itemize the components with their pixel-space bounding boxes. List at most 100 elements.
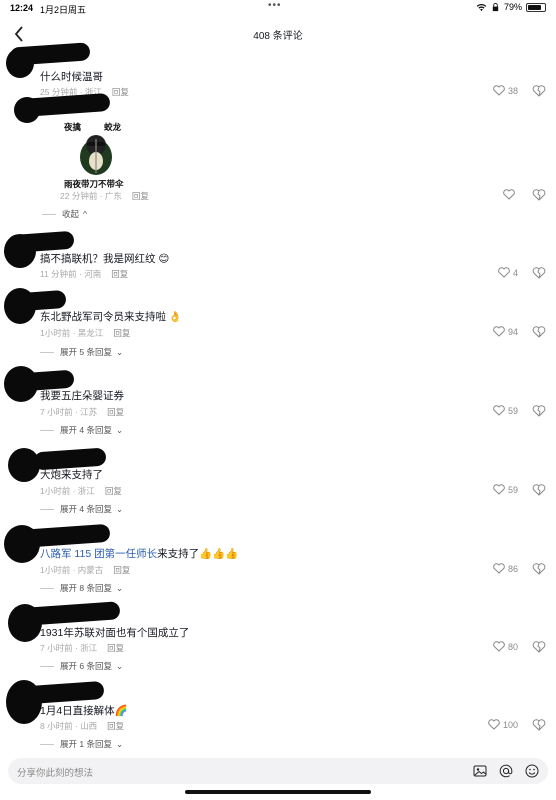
reply-button[interactable]: 回复 — [113, 328, 130, 338]
heart-icon — [493, 405, 505, 416]
comment-meta: 8 小时前 · 山西 回复 — [40, 721, 125, 731]
battery-percent: 79% — [503, 2, 522, 12]
comment-text: 大炮来支持了 — [40, 469, 103, 481]
like-count: 80 — [507, 641, 518, 652]
image-icon[interactable] — [472, 763, 488, 779]
like-button[interactable]: 80 — [493, 641, 518, 652]
like-count: 38 — [507, 85, 518, 96]
heart-icon — [488, 719, 500, 730]
expand-replies-button[interactable]: 展开 8 条回复 ⌄ — [40, 582, 123, 594]
expand-replies-button[interactable]: 展开 5 条回复 ⌄ — [40, 346, 123, 358]
like-count: 100 — [502, 719, 518, 730]
battery-icon — [526, 2, 546, 12]
expand-replies-button[interactable]: 展开 4 条回复 ⌄ — [40, 503, 123, 515]
reply-button[interactable]: 回复 — [107, 721, 124, 731]
reply-button[interactable]: 回复 — [105, 486, 122, 496]
comment-input-bar: 分享你此刻的想法 — [0, 756, 556, 786]
comment-input-placeholder: 分享你此刻的想法 — [17, 768, 94, 779]
heart-icon — [493, 326, 505, 337]
like-button[interactable]: 4 — [498, 267, 518, 278]
colorful-emoji-icon: 🌈 — [114, 705, 128, 717]
home-indicator[interactable] — [185, 790, 371, 794]
dislike-icon[interactable] — [532, 483, 546, 497]
penguin-figure-icon — [80, 135, 112, 175]
like-count: 59 — [507, 484, 518, 495]
like-button[interactable]: 86 — [493, 563, 518, 574]
comment-meta: 1小时前 · 内蒙古 回复 — [40, 565, 131, 575]
like-button[interactable] — [503, 189, 518, 200]
chevron-up-icon: ^ — [83, 209, 88, 219]
expand-replies-button[interactable]: 展开 1 条回复 ⌄ — [40, 738, 123, 750]
reply-button[interactable]: 回复 — [132, 191, 149, 201]
like-button[interactable]: 59 — [493, 484, 518, 495]
like-count: 94 — [507, 326, 518, 337]
comment-meta: 1小时前 · 浙江 回复 — [40, 486, 122, 496]
heart-icon — [503, 189, 515, 200]
dislike-icon[interactable] — [532, 640, 546, 654]
dislike-icon[interactable] — [532, 84, 546, 98]
reply-button[interactable]: 回复 — [113, 565, 130, 575]
comment-meta: 1小时前 · 黑龙江 回复 — [40, 328, 131, 338]
reply-button[interactable]: 回复 — [112, 87, 129, 97]
page-title: 408 条评论 — [253, 31, 303, 42]
comment-text: 搞不搞联机？我是网红纹 😊 — [40, 253, 170, 265]
status-bar: 12:24 1月2日周五 ••• 79% — [0, 0, 556, 16]
heart-icon — [493, 563, 505, 574]
sticker-caption-bottom: 雨夜带刀不带伞 — [64, 179, 124, 189]
chevron-down-icon: ⌄ — [115, 346, 124, 357]
chevron-down-icon: ⌄ — [115, 582, 124, 593]
dislike-icon[interactable] — [532, 562, 546, 576]
dislike-icon[interactable] — [532, 404, 546, 418]
chevron-down-icon: ⌄ — [115, 503, 124, 514]
redacted-username — [19, 92, 111, 118]
reply-button[interactable]: 回复 — [107, 643, 124, 653]
heart-icon — [498, 267, 510, 278]
reply-button[interactable]: 回复 — [107, 407, 124, 417]
thumbs-up-emoji-icon: 👍👍👍 — [199, 548, 239, 560]
chevron-down-icon: ⌄ — [115, 660, 124, 671]
comment-text: 1931年苏联对面也有个国成立了 — [40, 627, 190, 639]
expand-replies-button[interactable]: 展开 4 条回复 ⌄ — [40, 424, 123, 436]
comment-text: 1月4日直接解体🌈 — [40, 705, 128, 717]
dislike-icon[interactable] — [532, 718, 546, 732]
mention-link[interactable]: 八路军 115 团第一任师长 — [40, 548, 157, 560]
collapse-replies-button[interactable]: 收起 ^ — [42, 208, 87, 220]
heart-icon — [493, 85, 505, 96]
battery-fill — [528, 4, 541, 10]
dislike-icon[interactable] — [532, 325, 546, 339]
like-button[interactable]: 94 — [493, 326, 518, 337]
comment-text: 东北野战军司令员来支持啦 👌 — [40, 311, 182, 323]
orientation-lock-icon — [492, 2, 499, 11]
like-button[interactable]: 100 — [488, 719, 518, 730]
comment-meta: 11 分钟前 · 河南 回复 — [40, 269, 129, 279]
like-button[interactable]: 59 — [493, 405, 518, 416]
comment-text: 八路军 115 团第一任师长来支持了👍👍👍 — [40, 548, 239, 560]
like-button[interactable]: 38 — [493, 85, 518, 96]
heart-icon — [493, 641, 505, 652]
smile-emoji-icon: 😊 — [158, 253, 170, 265]
reply-button[interactable]: 回复 — [111, 269, 128, 279]
chevron-down-icon: ⌄ — [115, 738, 124, 749]
status-time: 12:24 — [10, 3, 34, 13]
ok-hand-emoji-icon: 👌 — [168, 311, 182, 323]
mention-icon[interactable] — [498, 763, 514, 779]
comment-input[interactable]: 分享你此刻的想法 — [8, 758, 548, 784]
redacted-username — [7, 230, 75, 254]
like-count: 59 — [507, 405, 518, 416]
multitask-dots-icon[interactable]: ••• — [268, 0, 282, 11]
like-count: 4 — [512, 267, 518, 278]
chevron-down-icon: ⌄ — [115, 424, 124, 435]
input-actions — [472, 763, 540, 779]
dislike-icon[interactable] — [532, 266, 546, 280]
status-date: 1月2日周五 — [40, 5, 87, 15]
comment-meta: 7 小时前 · 浙江 回复 — [40, 643, 125, 653]
expand-replies-button[interactable]: 展开 6 条回复 ⌄ — [40, 660, 123, 672]
heart-icon — [493, 484, 505, 495]
dislike-icon[interactable] — [532, 188, 546, 202]
emoji-icon[interactable] — [524, 763, 540, 779]
comment-meta: 22 分钟前 · 广东 回复 — [60, 191, 149, 201]
wifi-icon — [476, 3, 487, 11]
comment-text: 我要五庄朵婴证券 — [40, 390, 124, 402]
like-count: 86 — [507, 563, 518, 574]
status-right: 79% — [476, 2, 546, 12]
